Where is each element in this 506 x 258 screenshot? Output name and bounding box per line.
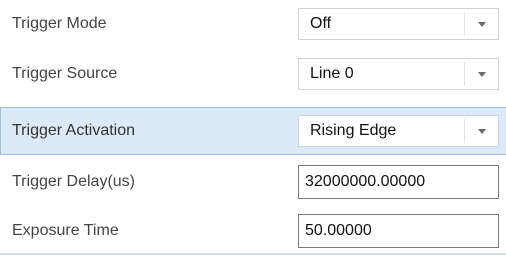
- property-label-trigger-activation: Trigger Activation: [12, 122, 136, 139]
- chevron-down-icon[interactable]: [472, 116, 492, 146]
- panel-bottom-border: [0, 253, 506, 255]
- trigger-activation-value: Rising Edge: [310, 122, 397, 139]
- chevron-down-icon[interactable]: [472, 59, 492, 89]
- chevron-down-icon[interactable]: [472, 9, 492, 39]
- property-label-trigger-delay: Trigger Delay(us): [12, 173, 135, 190]
- dropdown-separator: [464, 119, 465, 143]
- property-label-trigger-mode: Trigger Mode: [12, 15, 107, 32]
- exposure-time-value: 50.00000: [305, 222, 372, 239]
- trigger-mode-dropdown[interactable]: Off: [298, 8, 499, 40]
- property-label-trigger-source: Trigger Source: [12, 65, 118, 82]
- trigger-source-dropdown[interactable]: Line 0: [298, 58, 499, 90]
- camera-properties-panel: Trigger Mode Off Trigger Source Line 0 T…: [0, 0, 506, 258]
- dropdown-separator: [464, 12, 465, 36]
- trigger-mode-value: Off: [310, 15, 332, 32]
- exposure-time-input[interactable]: 50.00000: [298, 214, 499, 248]
- property-row-trigger-source[interactable]: Trigger Source Line 0: [0, 50, 506, 98]
- property-row-exposure-time[interactable]: Exposure Time 50.00000: [0, 207, 506, 255]
- property-row-trigger-activation[interactable]: Trigger Activation Rising Edge: [0, 107, 506, 155]
- dropdown-separator: [464, 62, 465, 86]
- property-label-exposure-time: Exposure Time: [12, 222, 119, 239]
- trigger-activation-dropdown[interactable]: Rising Edge: [298, 115, 499, 147]
- trigger-delay-value: 32000000.00000: [305, 173, 426, 190]
- property-row-trigger-delay[interactable]: Trigger Delay(us) 32000000.00000: [0, 158, 506, 206]
- trigger-delay-input[interactable]: 32000000.00000: [298, 165, 499, 199]
- property-row-trigger-mode[interactable]: Trigger Mode Off: [0, 0, 506, 48]
- trigger-source-value: Line 0: [310, 65, 354, 82]
